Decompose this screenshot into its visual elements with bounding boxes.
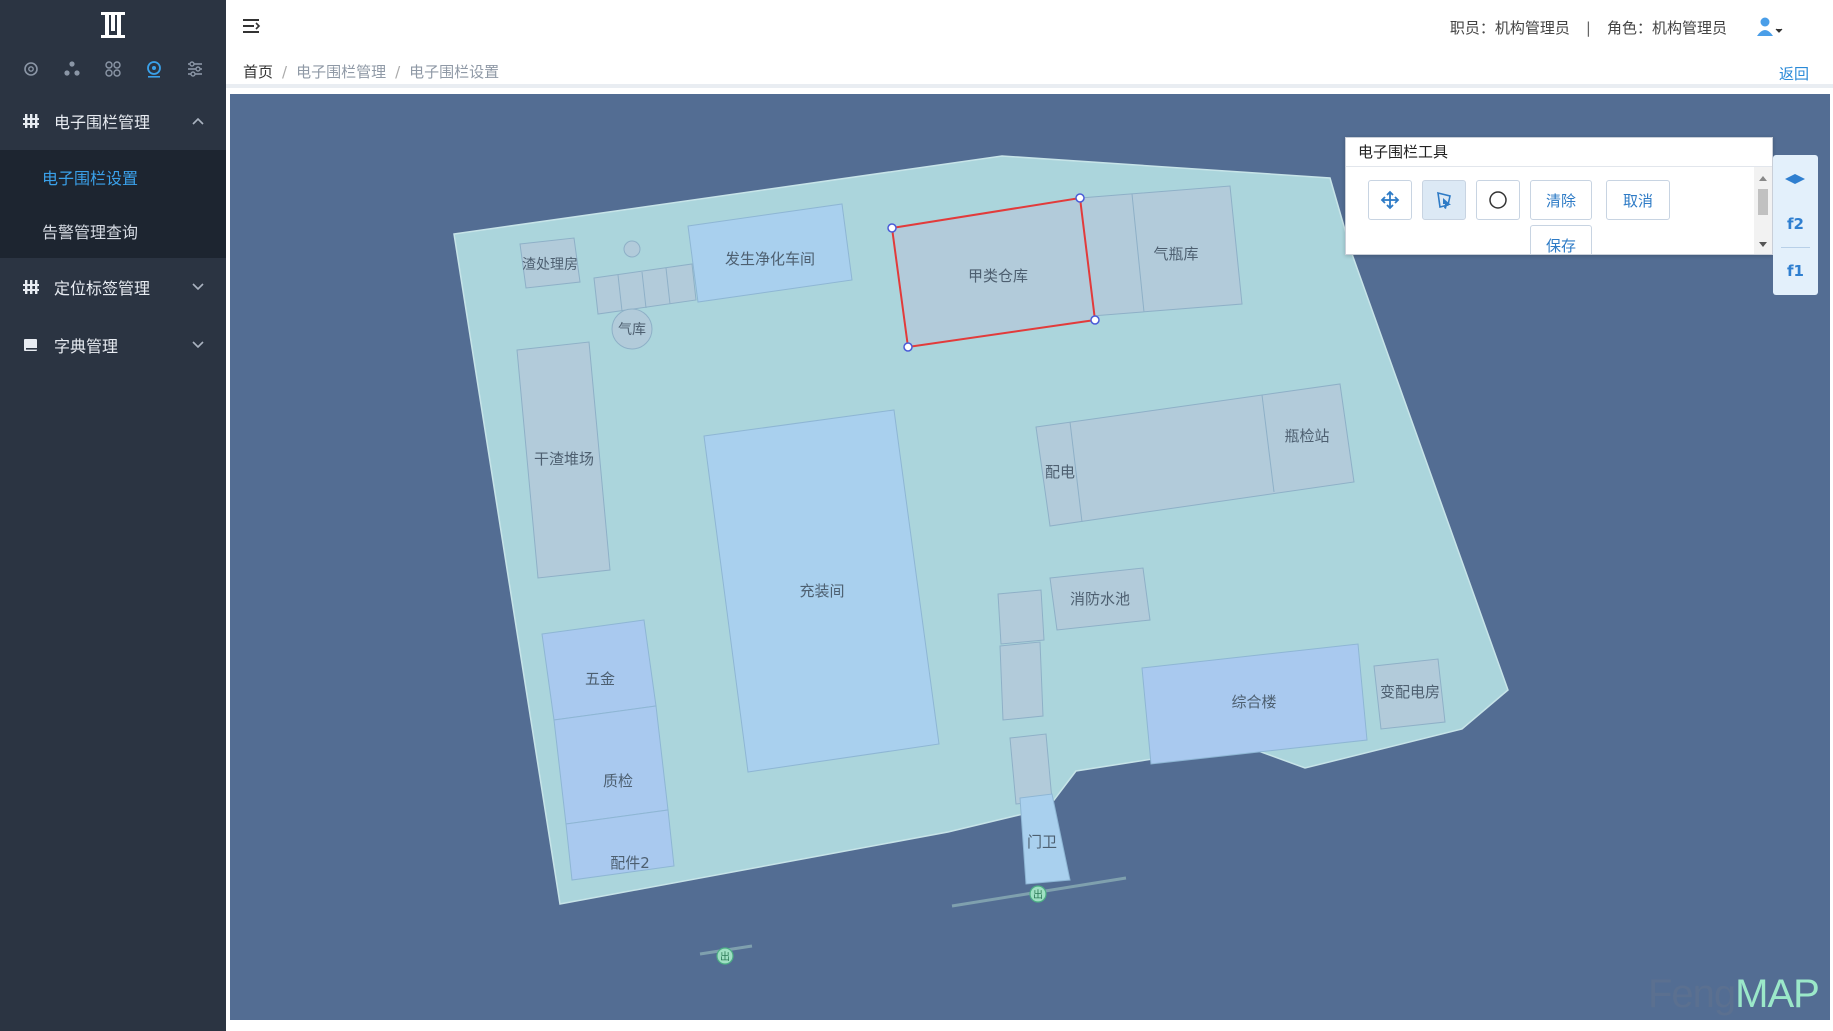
sidebar-item-label: 告警管理查询	[42, 223, 139, 242]
building-qc	[553, 705, 669, 825]
label-warehouse-a: 甲类仓库	[968, 267, 1028, 285]
fence-icon	[22, 112, 40, 130]
logo-icon	[101, 12, 125, 38]
small-circle	[623, 240, 641, 258]
breadcrumb-bar: 首页 / 电子围栏管理 / 电子围栏设置 返回	[226, 54, 1833, 88]
label-hardware: 五金	[585, 670, 615, 688]
fengmap-watermark: FengMAP	[1648, 972, 1820, 1017]
settings-icon[interactable]	[20, 58, 42, 80]
share-icon[interactable]	[61, 58, 83, 80]
move-icon	[1380, 190, 1400, 210]
door-marker-east: 出	[1029, 885, 1047, 903]
submenu-fence: 电子围栏设置 告警管理查询	[0, 150, 226, 258]
label-qc: 质检	[603, 772, 633, 790]
grid-icon[interactable]	[102, 58, 124, 80]
clear-button[interactable]: 清除	[1530, 180, 1592, 220]
label-office: 综合楼	[1231, 693, 1276, 711]
label-dry-slag: 干渣堆场	[534, 450, 594, 468]
book-icon	[22, 336, 40, 354]
breadcrumb-sep: /	[395, 63, 401, 81]
back-link[interactable]: 返回	[1779, 63, 1809, 84]
label-parts: 配件2	[610, 854, 650, 872]
user-info: 职员：机构管理员 | 角色：机构管理员	[1450, 17, 1727, 38]
scroll-thumb[interactable]	[1758, 189, 1768, 215]
fence-icon	[22, 278, 40, 296]
label-gas-cab: 气库	[618, 322, 646, 338]
fence-tool-panel: 电子围栏工具 清除 取消 保存	[1345, 137, 1773, 255]
chevron-up-icon	[192, 117, 204, 125]
menu-label: 字典管理	[54, 337, 119, 356]
svg-text:出: 出	[720, 950, 730, 963]
chevron-down-icon	[192, 341, 204, 349]
label-gas-store: 气瓶库	[1153, 245, 1198, 263]
label-filling: 充装间	[799, 582, 844, 600]
circle-icon	[1489, 191, 1507, 209]
building-small-2	[999, 641, 1044, 721]
menu-label: 定位标签管理	[54, 279, 151, 298]
breadcrumb-home[interactable]: 首页	[243, 63, 273, 81]
menu-head-fence[interactable]: 电子围栏管理	[0, 92, 226, 150]
cancel-button[interactable]: 取消	[1606, 180, 1670, 220]
staff-text: 职员：机构管理员	[1449, 19, 1570, 37]
breadcrumb-sep: /	[282, 63, 288, 81]
menu-head-dict[interactable]: 字典管理	[0, 316, 226, 374]
top-header: 职员：机构管理员 | 角色：机构管理员	[226, 0, 1833, 54]
menu-head-tags[interactable]: 定位标签管理	[0, 258, 226, 316]
label-fire-pool: 消防水池	[1070, 590, 1130, 608]
module-icon-bar	[0, 50, 226, 88]
tool-panel-scrollbar[interactable]	[1754, 167, 1772, 254]
separator: |	[1585, 19, 1591, 37]
label-gate: 门卫	[1027, 833, 1057, 851]
floor-divider	[1781, 247, 1810, 248]
sidebar-item-fence-settings[interactable]: 电子围栏设置	[0, 150, 226, 204]
breadcrumb-level1[interactable]: 电子围栏管理	[296, 63, 386, 81]
scroll-down-icon[interactable]	[1754, 240, 1772, 250]
floor-f2[interactable]: f2	[1773, 215, 1818, 233]
floor-selector: f2 f1	[1773, 155, 1818, 295]
tool-panel-title: 电子围栏工具	[1346, 138, 1772, 167]
svg-text:出: 出	[1033, 888, 1043, 901]
watermark-part2: MAP	[1735, 972, 1820, 1016]
menu-dict: 字典管理	[0, 316, 226, 374]
save-button[interactable]: 保存	[1530, 225, 1592, 254]
filter-icon[interactable]	[184, 58, 206, 80]
bottom-strip	[226, 1020, 1833, 1031]
menu-label: 电子围栏管理	[54, 113, 151, 132]
label-substation: 变配电房	[1380, 683, 1440, 701]
chevron-down-icon	[192, 283, 204, 291]
user-avatar-icon[interactable]	[1755, 16, 1785, 38]
sidebar-item-alarm-query[interactable]: 告警管理查询	[0, 204, 226, 258]
menu-fence: 电子围栏管理 电子围栏设置 告警管理查询	[0, 92, 226, 258]
sidebar: 电子围栏管理 电子围栏设置 告警管理查询 定位标签管理 字典管理	[0, 0, 226, 1031]
select-icon	[1437, 191, 1451, 209]
location-icon[interactable]	[143, 58, 165, 80]
select-tool-button[interactable]	[1422, 180, 1466, 220]
role-text: 角色：机构管理员	[1606, 19, 1727, 37]
label-bottle-check: 瓶检站	[1284, 427, 1329, 445]
label-wastewater: 渣处理房	[522, 257, 578, 273]
door-marker-south: 出	[716, 947, 734, 965]
app-logo[interactable]	[0, 0, 226, 50]
floor-f1[interactable]: f1	[1773, 262, 1818, 280]
label-gas-purify: 发生净化车间	[725, 250, 815, 268]
sidebar-item-label: 电子围栏设置	[42, 169, 139, 188]
breadcrumb: 首页 / 电子围栏管理 / 电子围栏设置	[243, 61, 499, 82]
breadcrumb-level2: 电子围栏设置	[409, 63, 500, 81]
menu-tags: 定位标签管理	[0, 258, 226, 316]
scroll-up-icon[interactable]	[1754, 173, 1772, 183]
circle-tool-button[interactable]	[1476, 180, 1520, 220]
move-tool-button[interactable]	[1368, 180, 1412, 220]
menu-toggle-icon[interactable]	[242, 17, 262, 35]
label-power: 配电	[1045, 463, 1075, 481]
building-gate-stem	[1009, 733, 1053, 805]
watermark-part1: Feng	[1648, 972, 1736, 1016]
layers-icon[interactable]	[1773, 169, 1818, 189]
building-small-1	[997, 589, 1045, 645]
